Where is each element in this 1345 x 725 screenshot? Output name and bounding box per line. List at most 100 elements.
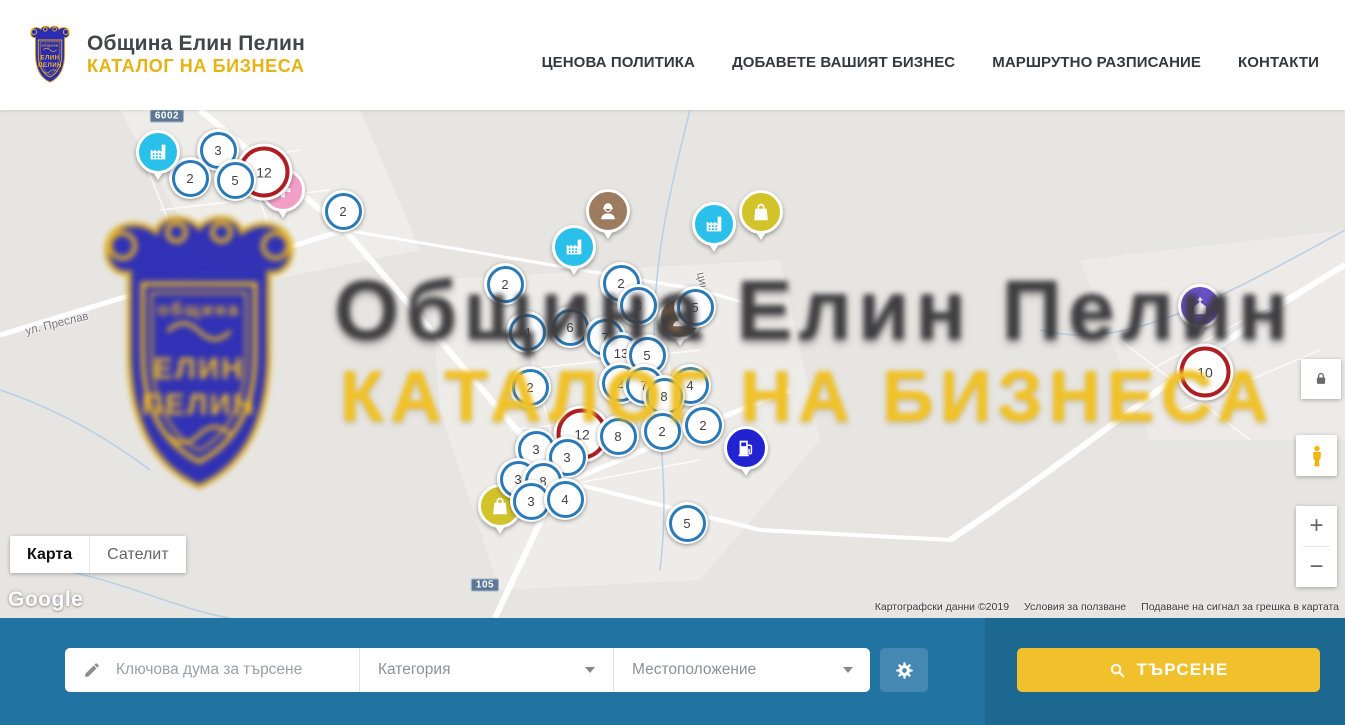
zoom-out-button[interactable]: − [1296,547,1337,587]
cluster-ring: 4 [509,314,546,351]
cluster-count: 3 [634,298,641,313]
cluster-marker[interactable]: 5 [214,159,256,201]
cluster-marker[interactable]: 2 [322,190,364,232]
attribution-link[interactable]: Условия за ползване [1024,601,1126,613]
crest-name-line2: ПЕЛИН [38,62,62,69]
attribution-text: Картографски данни ©2019 [875,601,1009,613]
cluster-ring: 10 [1180,347,1231,398]
cluster-count: 2 [339,204,346,219]
cluster-count: 5 [683,516,690,531]
cluster-marker[interactable]: 2 [484,263,526,305]
factory-pin-marker[interactable] [692,202,736,246]
zoom-in-button[interactable]: + [1296,506,1337,546]
cluster-count: 8 [660,389,667,404]
map-type-map-button[interactable]: Карта [10,536,90,573]
cluster-count: 2 [699,418,706,433]
cluster-count: 3 [532,442,539,457]
nav-item-route-schedule[interactable]: МАРШРУТНО РАЗПИСАНИЕ [992,54,1201,71]
cluster-count: 3 [563,450,570,465]
fuel-icon [724,426,768,470]
marker-layer: 12325222356471352274812822333834510 [0,110,1345,618]
bag-icon [739,190,783,234]
cluster-count: 2 [501,277,508,292]
bag-pin-marker[interactable] [739,190,783,234]
cluster-marker[interactable]: 3 [617,284,659,326]
search-bar: Категория Местоположение ТЪРСЕНЕ [0,618,1345,725]
cluster-ring: 4 [547,481,584,518]
cluster-count: 4 [523,325,530,340]
search-button-label: ТЪРСЕНЕ [1137,660,1229,680]
pegman-icon [1305,444,1329,468]
factory-icon [136,130,180,174]
factory-pin-marker[interactable] [136,130,180,174]
cluster-ring: 2 [487,266,524,303]
cluster-marker[interactable]: 4 [544,478,586,520]
brand-subtitle: КАТАЛОГ НА БИЗНЕСА [87,56,305,78]
site-header: община ЕЛИН ПЕЛИН Община Елин Пелин КАТА… [0,0,1345,110]
cluster-ring: 3 [620,287,657,324]
google-logo: Google [8,588,83,612]
cluster-ring: 5 [217,162,254,199]
cluster-ring: 2 [644,413,681,450]
keyword-field[interactable] [65,648,359,692]
nav-item-add-business[interactable]: ДОБАВЕТЕ ВАШИЯТ БИЗНЕС [732,54,955,71]
worker-pin-marker[interactable] [586,189,630,233]
cluster-ring: 8 [600,418,637,455]
crest-town-word: община [41,44,59,48]
cluster-count: 4 [561,492,568,507]
brand-title: Община Елин Пелин [87,32,305,56]
cluster-count: 4 [686,378,693,393]
map-type-satellite-button[interactable]: Сателит [90,536,185,573]
cluster-count: 6 [566,320,573,335]
pencil-icon [83,661,101,679]
search-filter-group: Категория Местоположение [65,648,870,692]
cluster-marker[interactable]: 5 [674,286,716,328]
cluster-ring: 5 [677,289,714,326]
map-attribution: Картографски данни ©2019 Условия за ползв… [875,601,1339,613]
pegman-button[interactable] [1296,435,1337,476]
crest-name-line1: ЕЛИН [41,55,60,62]
cluster-marker[interactable]: 10 [1177,344,1234,401]
worker-icon [586,189,630,233]
keyword-search-input[interactable] [114,660,341,680]
search-button[interactable]: ТЪРСЕНЕ [1017,648,1320,692]
nav-item-pricing[interactable]: ЦЕНОВА ПОЛИТИКА [542,54,695,71]
cluster-ring: 8 [646,378,683,415]
cluster-count: 8 [614,429,621,444]
cluster-ring: 2 [685,407,722,444]
lock-button[interactable] [1301,359,1341,399]
zoom-control: + − [1296,506,1337,587]
cluster-marker[interactable]: 2 [509,366,551,408]
advanced-settings-button[interactable] [880,648,928,692]
cluster-count: 12 [256,164,272,180]
cluster-marker[interactable]: 5 [666,502,708,544]
fuel-pin-marker[interactable] [724,426,768,470]
factory-icon [692,202,736,246]
search-icon [1109,662,1126,679]
cluster-marker[interactable]: 4 [506,311,548,353]
nav-item-contacts[interactable]: КОНТАКТИ [1238,54,1319,71]
cluster-marker[interactable]: 2 [641,410,683,452]
attribution-link[interactable]: Подаване на сигнал за грешка в картата [1141,601,1339,613]
map[interactable]: ул. Преславбул. „Новоселции6002105 12325… [0,110,1345,618]
cluster-ring: 6 [552,309,589,346]
cluster-count: 3 [527,494,534,509]
cluster-ring: 2 [325,193,362,230]
chevron-down-icon [585,667,595,673]
church-pin-marker[interactable] [1178,284,1222,328]
cluster-ring: 5 [669,505,706,542]
location-dropdown[interactable]: Местоположение [613,648,871,692]
location-dropdown-label: Местоположение [632,661,756,679]
lock-icon [1312,370,1330,388]
cluster-count: 10 [1197,364,1213,380]
cluster-count: 2 [526,380,533,395]
category-dropdown-label: Категория [378,661,450,679]
cluster-count: 5 [691,300,698,315]
category-dropdown[interactable]: Категория [359,648,613,692]
cluster-count: 5 [643,348,650,363]
brand-logo[interactable]: община ЕЛИН ПЕЛИН Община Елин Пелин КАТА… [26,25,305,85]
cluster-marker[interactable]: 2 [682,404,724,446]
gear-icon [894,660,915,681]
municipality-crest-icon: община ЕЛИН ПЕЛИН [26,25,74,85]
cluster-marker[interactable]: 8 [597,415,639,457]
